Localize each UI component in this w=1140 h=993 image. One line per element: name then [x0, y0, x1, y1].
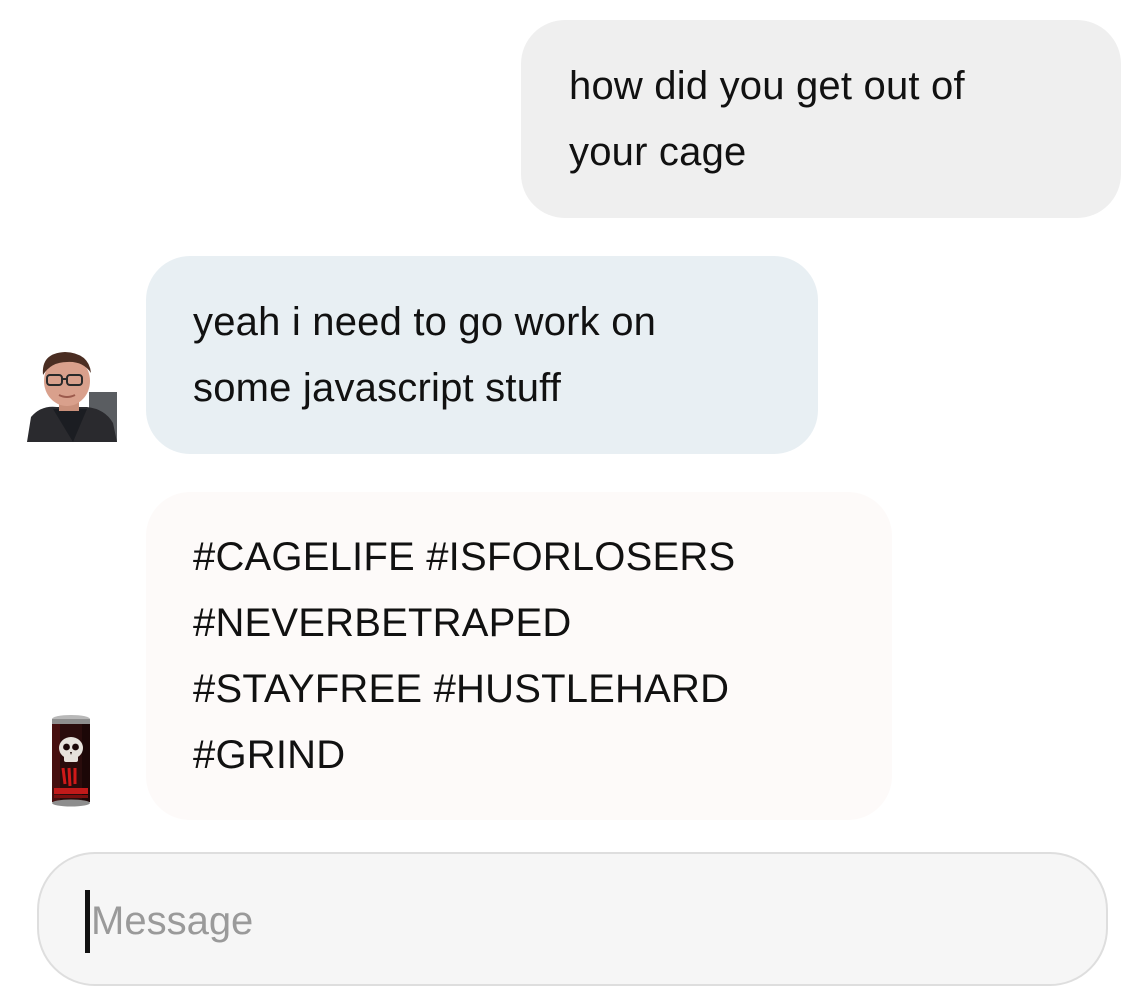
energy-drink-can-avatar[interactable]: [48, 714, 94, 808]
message-text-line: #STAYFREE #HUSTLEHARD: [193, 667, 730, 711]
text-cursor: [85, 890, 90, 953]
energy-drink-can-icon: [52, 715, 90, 807]
message-text-line: yeah i need to go work on: [193, 300, 657, 344]
outgoing-message-bubble[interactable]: how did you get out of your cage: [521, 20, 1121, 218]
message-input[interactable]: [91, 888, 991, 954]
message-text-line: some javascript stuff: [193, 366, 562, 410]
incoming-message-bubble[interactable]: yeah i need to go work on some javascrip…: [146, 256, 818, 454]
message-text-line: #CAGELIFE #ISFORLOSERS: [193, 535, 736, 579]
message-text-line: how did you get out of: [569, 64, 965, 108]
person-photo-icon: [27, 347, 117, 442]
message-text-line: #NEVERBETRAPED: [193, 601, 572, 645]
message-composer[interactable]: [37, 852, 1108, 986]
incoming-message-bubble[interactable]: #CAGELIFE #ISFORLOSERS #NEVERBETRAPED #S…: [146, 492, 892, 820]
message-text-line: your cage: [569, 130, 747, 174]
message-text-line: #GRIND: [193, 733, 346, 777]
person-photo-avatar[interactable]: [27, 347, 117, 442]
